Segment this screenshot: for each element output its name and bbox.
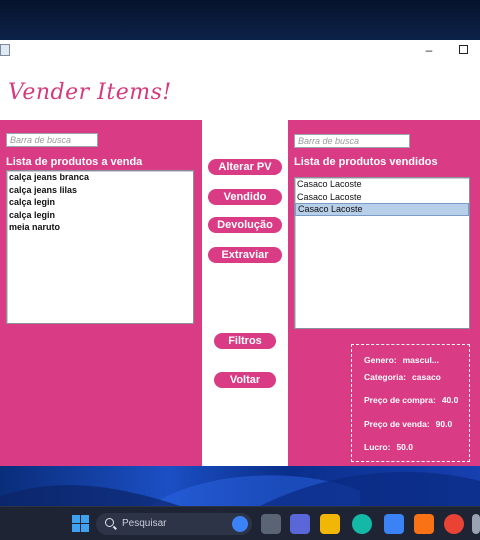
chrome-icon[interactable] [444, 514, 464, 534]
list-item[interactable]: calça legin [7, 196, 193, 209]
start-button[interactable] [71, 514, 91, 534]
products-for-sale-panel: Lista de produtos a venda calça jeans br… [0, 120, 202, 466]
maximize-icon [458, 45, 468, 55]
product-details-box: Genero: mascul... Categoria: casaco Preço … [351, 344, 470, 462]
list-item[interactable]: calça jeans lilas [7, 184, 193, 197]
search-input-for-sale[interactable] [6, 133, 98, 147]
preco-venda-value: 90.0 [435, 419, 453, 429]
list-item[interactable]: Casaco Lacoste [295, 178, 469, 191]
genero-value: mascul... [402, 355, 439, 365]
desktop-wallpaper-strip [0, 466, 480, 506]
maximize-button[interactable] [446, 40, 480, 60]
lucro-row: Lucro: 50.0 [364, 442, 419, 452]
bing-icon[interactable] [232, 516, 248, 532]
devolucao-button[interactable]: Devolução [208, 217, 282, 233]
search-input-sold[interactable] [294, 134, 410, 148]
preco-compra-value: 40.0 [441, 395, 459, 405]
genero-row: Genero: mascul... [364, 355, 445, 365]
for-sale-list-label: Lista de produtos a venda [6, 156, 143, 168]
preco-compra-row: Preço de compra: 40.0 [364, 395, 464, 405]
store-icon[interactable] [384, 514, 404, 534]
alterar-pv-button[interactable]: Alterar PV [208, 159, 282, 175]
lucro-value: 50.0 [396, 442, 413, 452]
taskbar-search[interactable]: Pesquisar [96, 513, 252, 535]
lucro-label: Lucro: [364, 442, 391, 452]
taskbar-search-label: Pesquisar [122, 518, 167, 529]
list-item[interactable]: meia naruto [7, 221, 193, 234]
preco-compra-label: Preço de compra: [364, 395, 436, 405]
app-window: – Vender Items! Lista de produtos a vend… [0, 40, 480, 466]
task-view-icon[interactable] [261, 514, 281, 534]
taskbar: Pesquisar [0, 506, 480, 540]
page-title: Vender Items! [8, 80, 172, 105]
voltar-button[interactable]: Voltar [214, 372, 276, 388]
sold-list-label: Lista de produtos vendidos [294, 156, 438, 168]
filtros-button[interactable]: Filtros [214, 333, 276, 349]
categoria-row: Categoria: casaco [364, 372, 447, 382]
vendido-button[interactable]: Vendido [208, 189, 282, 205]
list-item[interactable]: Casaco Lacoste [295, 191, 469, 204]
for-sale-list[interactable]: calça jeans branca calça jeans lilas cal… [6, 170, 194, 324]
minimize-button[interactable]: – [412, 40, 446, 60]
java-taskbar-icon[interactable] [472, 514, 480, 534]
title-bar: – [0, 40, 480, 60]
meet-icon[interactable] [290, 514, 310, 534]
app-icon[interactable] [414, 514, 434, 534]
search-icon [105, 518, 114, 527]
list-item-selected[interactable]: Casaco Lacoste [295, 203, 469, 216]
java-app-icon [0, 44, 10, 56]
genero-label: Genero: [364, 355, 397, 365]
categoria-value: casaco [412, 372, 441, 382]
sold-list[interactable]: Casaco Lacoste Casaco Lacoste Casaco Lac… [294, 177, 470, 329]
preco-venda-row: Preço de venda: 90.0 [364, 419, 458, 429]
edge-icon[interactable] [352, 514, 372, 534]
extraviar-button[interactable]: Extraviar [208, 247, 282, 263]
list-item[interactable]: calça legin [7, 209, 193, 222]
categoria-label: Categoria: [364, 372, 407, 382]
list-item[interactable]: calça jeans branca [7, 171, 193, 184]
file-explorer-icon[interactable] [320, 514, 340, 534]
preco-venda-label: Preço de venda: [364, 419, 430, 429]
desktop-wallpaper [0, 0, 480, 40]
